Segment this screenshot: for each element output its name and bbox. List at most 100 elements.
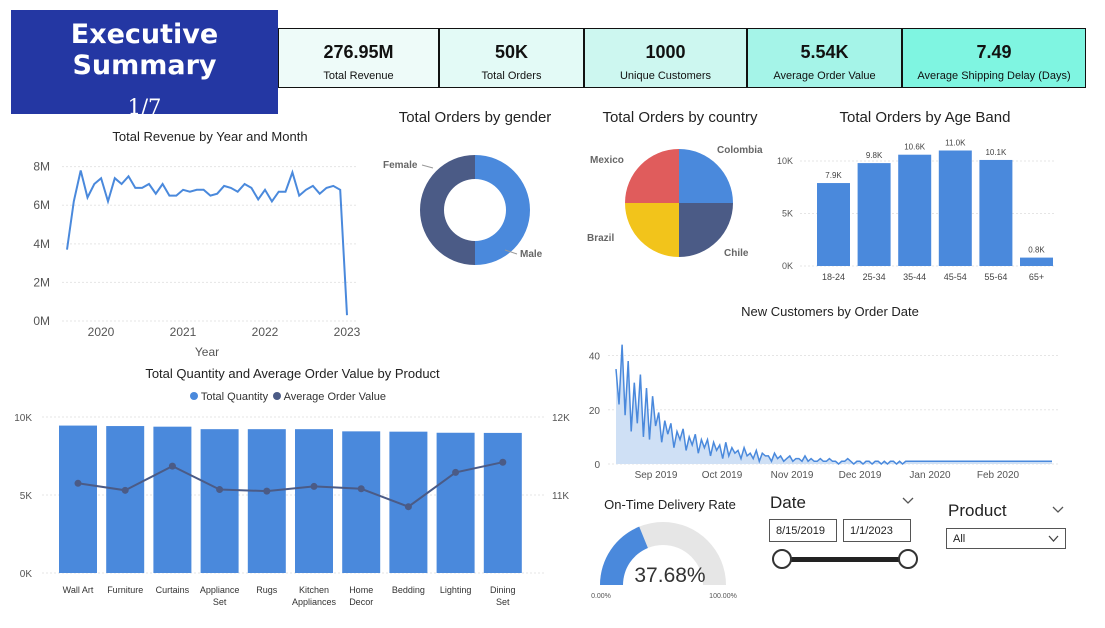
page-title: Executive Summary [70,19,219,81]
kpi-card-unique-customers[interactable]: 1000 Unique Customers [584,28,747,88]
product-aov-point[interactable] [499,458,507,466]
product-aov-point[interactable] [357,485,365,493]
product-select[interactable]: All [946,528,1066,549]
product-aov-point[interactable] [121,486,129,494]
legend-label-quantity[interactable]: Total Quantity [201,391,268,403]
date-range-track [783,557,908,562]
newcust-x-tick: Dec 2019 [839,470,882,481]
product-quantity-bar[interactable] [483,432,522,573]
country-label-chile: Chile [724,248,749,259]
newcust-x-tick: Feb 2020 [977,470,1020,481]
age-bar[interactable] [938,150,972,267]
product-chart-legend: Total Quantity Average Order Value [190,391,386,403]
age-band-bar-chart[interactable]: 10K 5K 0K 7.9K 18-24 9.8K 25-34 10.6K 35-44 11.0K… [765,138,1065,288]
legend-label-aov[interactable]: Average Order Value [284,391,386,403]
product-select-value: All [953,533,966,545]
product-x-tick: Kitchen [299,585,329,595]
revenue-chart-title: Total Revenue by Year and Month [112,129,308,144]
age-chart-title: Total Orders by Age Band [839,109,1011,126]
product-y-left-tick: 10K [14,413,32,424]
age-bar-label: 10.6K [904,143,926,152]
date-slicer-chevron-icon[interactable] [902,494,914,506]
age-bar[interactable] [979,159,1013,266]
kpi-label: Average Order Value [773,70,876,82]
product-quantity-bar[interactable] [200,429,239,573]
newcust-x-tick: Sep 2019 [635,470,678,481]
product-x-tick: Bedding [392,585,425,595]
age-bar[interactable] [1020,257,1053,266]
product-combo-chart[interactable]: 10K 5K 0K 12K 11K Wall Art Furniture Curtains A… [10,405,580,615]
product-quantity-bar[interactable] [295,429,333,573]
product-x-tick: Set [496,597,510,607]
product-aov-point[interactable] [452,468,460,476]
kpi-card-average-shipping-delay[interactable]: 7.49 Average Shipping Delay (Days) [902,28,1086,88]
product-quantity-bar[interactable] [436,432,475,573]
product-quantity-bar[interactable] [247,429,286,573]
age-bar[interactable] [898,154,932,266]
age-bar[interactable] [817,183,850,266]
product-x-tick: Dining [490,585,516,595]
product-x-tick: Decor [349,597,373,607]
age-bar-label: 9.8K [866,151,883,160]
revenue-y-tick: 4M [33,237,50,251]
product-aov-point[interactable] [216,486,224,494]
newcust-y-tick: 0 [594,460,600,471]
kpi-label: Average Shipping Delay (Days) [917,70,1071,82]
age-bar-label: 11.0K [945,139,966,148]
delivery-gauge[interactable]: 37.68% 0.00% 100.00% [590,512,750,607]
age-x-tick: 65+ [1029,272,1044,282]
product-x-tick: Appliance [200,585,240,595]
country-slice-brazil[interactable] [625,203,679,257]
date-end-input[interactable]: 1/1/2023 [843,519,911,542]
new-customers-area-chart[interactable]: 40 20 0 Sep 2019 Oct 2019 Nov 2019 Dec 2019 Jan… [580,342,1060,484]
revenue-series-line [66,169,348,316]
revenue-line-chart[interactable]: 8M 6M 4M 2M 0M 2020 2021 2022 2023 Year [20,145,370,360]
product-select-chevron-icon [1048,535,1059,542]
gender-slice-female[interactable] [420,155,475,265]
kpi-card-average-order-value[interactable]: 5.54K Average Order Value [747,28,902,88]
product-slicer-chevron-icon[interactable] [1052,503,1064,515]
product-y-right-tick: 11K [552,491,569,502]
page-header: Executive Summary 1/7 [11,10,278,119]
age-bar-label: 0.8K [1028,246,1045,255]
newcust-y-tick: 20 [589,406,601,417]
gender-label-female: Female [383,160,418,171]
country-pie-chart[interactable]: Colombia Chile Brazil Mexico [585,140,775,270]
product-y-left-tick: 0K [20,569,33,580]
gender-chart-title: Total Orders by gender [398,109,552,126]
revenue-x-axis-label: Year [195,345,219,359]
product-x-tick: Rugs [256,585,278,595]
revenue-y-tick: 2M [33,275,50,289]
product-x-tick: Curtains [156,585,190,595]
gender-donut-chart[interactable]: Female Male [375,140,575,280]
product-x-tick: Set [213,597,227,607]
revenue-y-tick: 0M [33,314,50,328]
product-quantity-bar[interactable] [59,425,97,573]
age-bar[interactable] [857,163,891,266]
product-y-left-tick: 5K [20,491,33,502]
kpi-value: 1000 [645,42,686,62]
revenue-y-tick: 6M [33,198,50,212]
date-range-end-handle[interactable] [898,549,918,569]
newcust-x-tick: Nov 2019 [771,470,814,481]
country-slice-colombia[interactable] [679,149,733,203]
date-start-input[interactable]: 8/15/2019 [769,519,837,542]
product-y-right-tick: 12K [552,413,570,424]
country-slice-mexico[interactable] [625,149,679,203]
female-leader-line [421,164,434,169]
gauge-min-label: 0.00% [591,593,611,600]
kpi-card-total-orders[interactable]: 50K Total Orders [439,28,584,88]
product-aov-point[interactable] [74,479,82,487]
product-aov-point[interactable] [168,462,176,470]
product-aov-point[interactable] [404,503,412,511]
age-y-tick: 10K [777,156,793,166]
product-quantity-bar[interactable] [106,426,145,573]
date-range-start-handle[interactable] [772,549,792,569]
product-aov-point[interactable] [263,487,271,495]
country-chart-title: Total Orders by country [602,109,758,126]
kpi-label: Unique Customers [619,70,712,82]
product-quantity-bar[interactable] [342,431,381,573]
product-aov-point[interactable] [310,482,318,490]
product-quantity-bar[interactable] [153,426,192,573]
kpi-card-total-revenue[interactable]: 276.95M Total Revenue [278,28,439,88]
